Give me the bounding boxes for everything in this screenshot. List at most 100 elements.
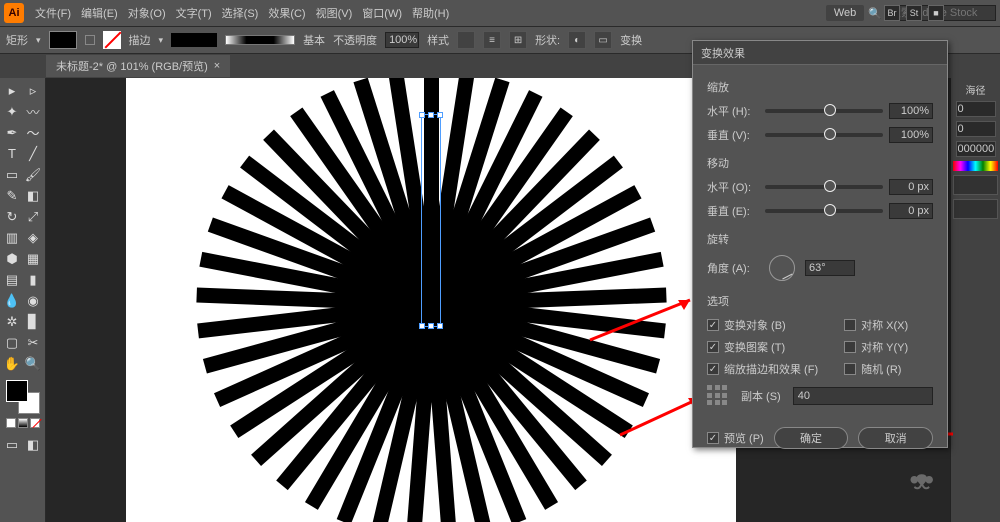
magic-wand-tool[interactable]: ✦ — [2, 101, 23, 122]
selection-handle[interactable] — [428, 323, 434, 329]
eraser-tool[interactable]: ◧ — [23, 185, 44, 206]
rotate-tool[interactable]: ↻ — [2, 206, 23, 227]
shape-tool-icon-2[interactable]: ▭ — [594, 31, 612, 49]
checkbox-reflect-y[interactable] — [844, 341, 856, 353]
angle-dial[interactable] — [769, 255, 795, 281]
scale-v-slider[interactable] — [765, 133, 883, 137]
menu-file[interactable]: 文件(F) — [30, 5, 76, 21]
arrange-icon[interactable]: ■ — [928, 5, 944, 21]
selection-handle[interactable] — [428, 112, 434, 118]
stroke-preview[interactable] — [171, 33, 217, 47]
selection-tool[interactable]: ▸ — [2, 80, 23, 101]
selection-handle[interactable] — [419, 323, 425, 329]
menu-view[interactable]: 视图(V) — [311, 5, 358, 21]
style-swatch[interactable] — [457, 31, 475, 49]
width-tool[interactable]: ▥ — [2, 227, 23, 248]
scale-v-value[interactable]: 100% — [889, 127, 933, 143]
move-h-slider[interactable] — [765, 185, 883, 189]
shape-tool-icon[interactable]: ◐ — [568, 31, 586, 49]
checkbox-reflect-x[interactable] — [844, 319, 856, 331]
dropdown-icon[interactable]: ▾ — [36, 35, 41, 46]
none-mode-icon[interactable] — [30, 418, 40, 428]
direct-selection-tool[interactable]: ▹ — [23, 80, 44, 101]
curvature-tool[interactable]: 〜 — [23, 122, 44, 143]
mesh-tool[interactable]: ▤ — [2, 269, 23, 290]
bridge-icon[interactable]: Br — [884, 5, 900, 21]
checkbox-preview[interactable] — [707, 432, 719, 444]
move-h-value[interactable]: 0 px — [889, 179, 933, 195]
stock-icon[interactable]: St — [906, 5, 922, 21]
move-v-slider[interactable] — [765, 209, 883, 213]
menu-help[interactable]: 帮助(H) — [407, 5, 454, 21]
ok-button[interactable]: 确定 — [774, 427, 849, 449]
perspective-tool[interactable]: ▦ — [23, 248, 44, 269]
zoom-tool[interactable]: 🔍 — [23, 353, 44, 374]
shaper-tool[interactable]: ✎ — [2, 185, 23, 206]
slice-tool[interactable]: ✂ — [23, 332, 44, 353]
type-tool[interactable]: T — [2, 143, 23, 164]
panel-input-1[interactable] — [956, 101, 996, 117]
free-transform-tool[interactable]: ◈ — [23, 227, 44, 248]
line-tool[interactable]: ╱ — [23, 143, 44, 164]
draw-mode-icon[interactable]: ◧ — [23, 434, 44, 455]
panel-row[interactable] — [953, 199, 998, 219]
graph-tool[interactable]: ▊ — [23, 311, 44, 332]
scale-tool[interactable]: ⤢ — [23, 206, 44, 227]
brush-definition[interactable] — [225, 35, 295, 45]
workspace-switcher[interactable]: Web — [826, 5, 864, 21]
copies-input[interactable]: 40 — [793, 387, 933, 405]
menu-object[interactable]: 对象(O) — [123, 5, 171, 21]
search-icon[interactable]: 🔍 — [868, 7, 882, 20]
opacity-value[interactable]: 100% — [385, 32, 419, 48]
panel-input-2[interactable] — [956, 121, 996, 137]
fill-swatch[interactable] — [49, 31, 77, 49]
checkbox-random[interactable] — [844, 363, 856, 375]
selection-handle[interactable] — [437, 112, 443, 118]
checkbox-transform-patterns[interactable] — [707, 341, 719, 353]
stroke-swatch[interactable] — [103, 31, 121, 49]
gradient-tool[interactable]: ▮ — [23, 269, 44, 290]
close-icon[interactable]: × — [214, 60, 220, 72]
hex-input[interactable] — [956, 141, 996, 157]
angle-value[interactable]: 63° — [805, 260, 855, 276]
color-spectrum[interactable] — [953, 161, 998, 171]
menu-window[interactable]: 窗口(W) — [357, 5, 407, 21]
color-mode-icon[interactable] — [6, 418, 16, 428]
move-v-value[interactable]: 0 px — [889, 203, 933, 219]
menu-effect[interactable]: 效果(C) — [263, 5, 310, 21]
lasso-tool[interactable]: 〰 — [23, 101, 44, 122]
artboard-tool[interactable]: ▢ — [2, 332, 23, 353]
hand-tool[interactable]: ✋ — [2, 353, 23, 374]
scale-h-value[interactable]: 100% — [889, 103, 933, 119]
selection-handle[interactable] — [437, 323, 443, 329]
dialog-titlebar[interactable]: 变换效果 — [693, 41, 947, 65]
fill-dropdown[interactable] — [85, 35, 95, 45]
screen-mode-icon[interactable]: ▭ — [2, 434, 23, 455]
panel-row[interactable] — [953, 175, 998, 195]
chevron-down-icon[interactable]: ▾ — [159, 35, 164, 46]
symbol-sprayer-tool[interactable]: ✲ — [2, 311, 23, 332]
menu-select[interactable]: 选择(S) — [217, 5, 264, 21]
document-tab[interactable]: 未标题-2* @ 101% (RGB/预览) × — [46, 55, 230, 77]
menu-edit[interactable]: 编辑(E) — [76, 5, 123, 21]
paintbrush-tool[interactable]: 🖌 — [23, 164, 44, 185]
scale-h-slider[interactable] — [765, 109, 883, 113]
blend-tool[interactable]: ◉ — [23, 290, 44, 311]
shape-builder-tool[interactable]: ⬢ — [2, 248, 23, 269]
cancel-button[interactable]: 取消 — [858, 427, 933, 449]
align-icon-2[interactable]: ⊞ — [509, 31, 527, 49]
eyedropper-tool[interactable]: 💧 — [2, 290, 23, 311]
gradient-mode-icon[interactable] — [18, 418, 28, 428]
move-section-title: 移动 — [707, 155, 933, 171]
checkbox-transform-objects[interactable] — [707, 319, 719, 331]
pen-tool[interactable]: ✒ — [2, 122, 23, 143]
transform-label[interactable]: 变换 — [620, 32, 642, 48]
reference-point-icon[interactable] — [707, 385, 729, 407]
rectangle-tool[interactable]: ▭ — [2, 164, 23, 185]
stroke-label[interactable]: 描边 — [129, 32, 151, 48]
color-swatches[interactable] — [6, 380, 40, 414]
checkbox-scale-strokes[interactable] — [707, 363, 719, 375]
menu-type[interactable]: 文字(T) — [171, 5, 217, 21]
align-icon[interactable]: ≡ — [483, 31, 501, 49]
selection-handle[interactable] — [419, 112, 425, 118]
